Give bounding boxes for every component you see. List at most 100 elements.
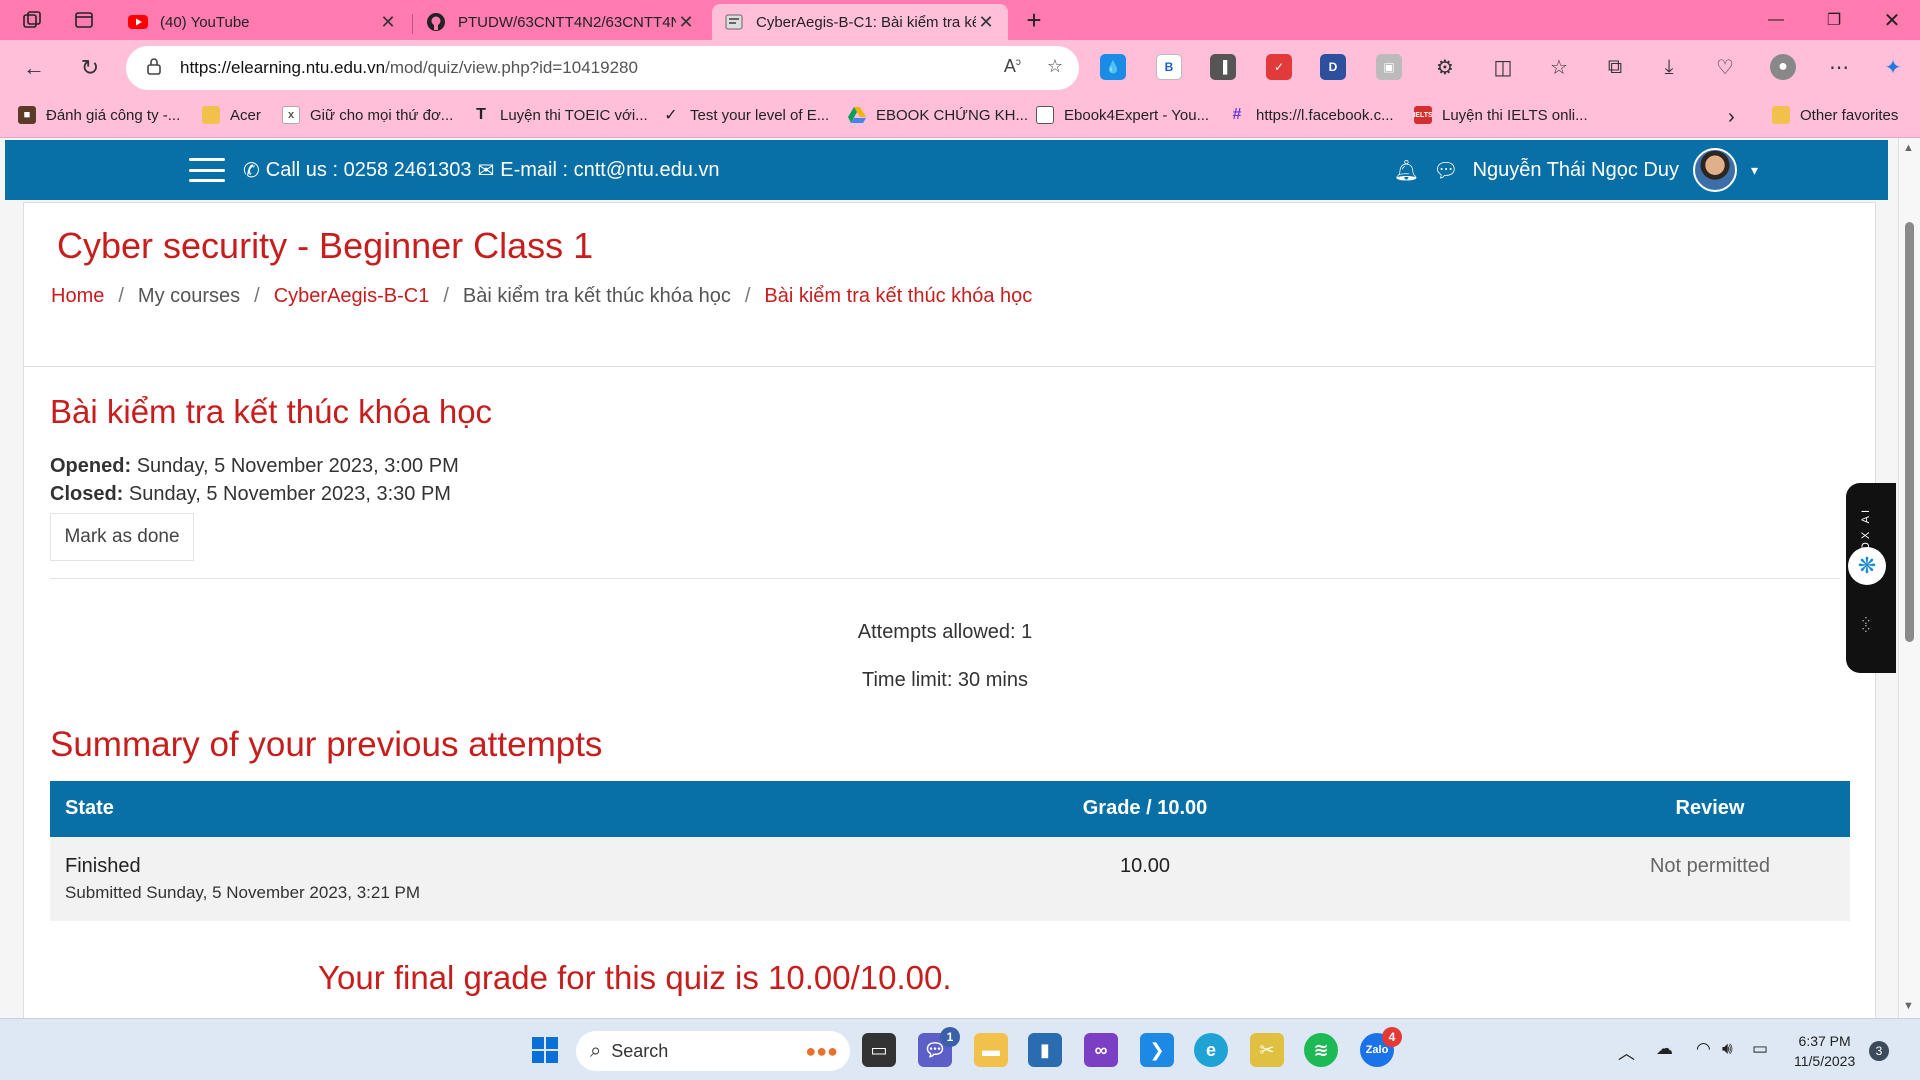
address-bar-row: ← ↻ https://elearning.ntu.edu.vn/mod/qui… [0, 40, 1920, 96]
mark-as-done-button[interactable]: Mark as done [50, 513, 194, 561]
extension-drop-icon[interactable]: 💧 [1100, 54, 1126, 80]
tab-actions-icon[interactable] [70, 6, 98, 34]
back-button[interactable]: ← [16, 50, 52, 86]
avatar[interactable] [1692, 148, 1737, 192]
battery-icon[interactable]: ▭ [1752, 1039, 1768, 1059]
page-icon: x [282, 106, 300, 124]
refresh-button[interactable]: ↻ [72, 50, 108, 86]
bookmark-label: Luyện thi IELTS onli... [1442, 106, 1588, 124]
ai-sidebar-widget[interactable]: BOX AI ❋ ⁘ ⁘ [1846, 483, 1896, 673]
snipping-tool-icon[interactable]: ✂ [1250, 1033, 1284, 1067]
profile-avatar-icon[interactable]: ● [1770, 54, 1796, 80]
bookmark-item[interactable]: T Luyện thi TOEIC với... [472, 106, 648, 124]
breadcrumb-my-courses[interactable]: My courses [138, 285, 240, 308]
read-aloud-icon[interactable]: Aↄ [1004, 56, 1021, 77]
breadcrumb-section[interactable]: Bài kiểm tra kết thúc khóa học [463, 285, 731, 308]
teams-chat-icon[interactable]: 💬︎ 1 [918, 1027, 960, 1067]
close-icon[interactable]: ✕ [378, 12, 398, 33]
zalo-icon[interactable]: Zalo 4 [1360, 1027, 1402, 1067]
bookmark-item[interactable]: # https://l.facebook.c... [1228, 106, 1394, 124]
restore-icon[interactable]: ❐ [1806, 0, 1862, 40]
bell-icon[interactable]: 🔔︎ [1394, 158, 1419, 183]
volume-icon[interactable]: 🔊︎ [1722, 1039, 1733, 1059]
page-viewport: ✆ Call us : 0258 2461303 ✉ E-mail : cntt… [0, 138, 1900, 1018]
other-favorites[interactable]: Other favorites [1772, 106, 1898, 124]
close-icon[interactable]: ✕ [676, 12, 696, 33]
vscode-icon[interactable]: ❯ [1140, 1033, 1174, 1067]
task-view-icon[interactable]: ▭ [862, 1033, 896, 1067]
extensions-puzzle-icon[interactable]: ⚙ [1432, 54, 1458, 80]
lock-icon[interactable] [146, 57, 162, 80]
bookmark-item[interactable]: x Giữ cho mọi thứ đơ... [282, 106, 453, 124]
new-tab-button[interactable]: + [1020, 5, 1048, 35]
ielts-icon: IELTS [1413, 106, 1433, 124]
windows-start-icon[interactable] [528, 1033, 562, 1067]
downloads-icon[interactable]: ⤓ [1656, 54, 1682, 80]
breadcrumb: Home / My courses / CyberAegis-B-C1 / Bà… [51, 285, 1032, 308]
breadcrumb-course[interactable]: CyberAegis-B-C1 [274, 285, 430, 308]
close-icon[interactable]: ✕ [976, 12, 996, 33]
copilot-icon[interactable]: ✦ [1880, 54, 1906, 80]
scroll-down-icon[interactable]: ▼ [1903, 1000, 1914, 1012]
windows-taskbar: ⌕ Search ●●● ▭ 💬︎ 1 ▬ ▮ ∞ ❯ e ✂ ≋ Zalo 4 ︿… [0, 1018, 1920, 1080]
moodle-icon [724, 12, 744, 32]
breadcrumb-current[interactable]: Bài kiểm tra kết thúc khóa học [764, 285, 1032, 308]
page-scrollbar[interactable]: ▲ ▼ [1898, 138, 1920, 1018]
file-explorer-icon[interactable]: ▬ [974, 1033, 1008, 1067]
bookmarks-overflow-chevron-icon[interactable]: › [1728, 106, 1735, 129]
extension-b-icon[interactable]: B [1156, 54, 1182, 80]
spotify-icon[interactable]: ≋ [1304, 1033, 1338, 1067]
taskbar-search[interactable]: ⌕ Search ●●● [576, 1031, 850, 1071]
onedrive-cloud-icon[interactable]: ☁ [1656, 1039, 1673, 1059]
chat-bubble-icon[interactable]: 💬︎ [1433, 158, 1458, 183]
extension-reader-icon[interactable]: ▐ [1210, 54, 1236, 80]
scrollbar-thumb[interactable] [1905, 222, 1914, 642]
edge-icon[interactable]: e [1194, 1033, 1228, 1067]
store-icon[interactable]: ▮ [1028, 1033, 1062, 1067]
menu-hamburger-icon[interactable] [189, 158, 225, 182]
minimize-icon[interactable]: — [1748, 0, 1804, 40]
visual-studio-icon[interactable]: ∞ [1084, 1033, 1118, 1067]
bookmark-item[interactable]: Ebook4Expert - You... [1036, 106, 1209, 124]
bookmark-item[interactable]: ✓ Test your level of E... [662, 106, 829, 125]
tray-overflow-chevron-icon[interactable]: ︿ [1618, 1039, 1635, 1064]
extension-d-icon[interactable]: D [1320, 54, 1346, 80]
tab-github[interactable]: PTUDW/63CNTT4N2/63CNTT4N2 ✕ [414, 4, 708, 40]
notification-badge[interactable]: 3 [1869, 1041, 1889, 1061]
taskbar-clock[interactable]: 6:37 PM 11/5/2023 [1794, 1031, 1855, 1071]
performance-icon[interactable]: ♡ [1712, 54, 1738, 80]
url-path: /mod/quiz/view.php?id=10419280 [385, 58, 638, 77]
acer-icon: ■ [18, 106, 36, 124]
extension-color-icon[interactable]: ✓ [1266, 54, 1292, 80]
workspaces-icon[interactable] [18, 6, 46, 34]
tab-youtube[interactable]: (40) YouTube ✕ [116, 4, 410, 40]
user-name[interactable]: Nguyễn Thái Ngọc Duy [1473, 159, 1679, 182]
grip-dots-icon[interactable]: ⁘ ⁘ [1860, 614, 1872, 636]
clock-time: 6:37 PM [1798, 1033, 1851, 1049]
ai-swirl-icon[interactable]: ❋ [1848, 547, 1886, 585]
wifi-icon[interactable]: ◠ [1696, 1039, 1711, 1059]
bookmark-item[interactable]: EBOOK CHỨNG KH... [848, 106, 1028, 124]
caret-down-icon[interactable]: ▾ [1751, 162, 1758, 179]
bookmark-item[interactable]: IELTS Luyện thi IELTS onli... [1413, 106, 1588, 124]
search-icon: ⌕ [590, 1039, 602, 1062]
tab-title: (40) YouTube [160, 13, 250, 31]
collections-icon[interactable]: ⧉ [1602, 54, 1628, 80]
quiz-dates: Opened: Sunday, 5 November 2023, 3:00 PM… [50, 452, 459, 508]
bookmark-item[interactable]: Acer [202, 106, 261, 124]
scroll-up-icon[interactable]: ▲ [1903, 142, 1914, 154]
url-field[interactable]: https://elearning.ntu.edu.vn/mod/quiz/vi… [126, 46, 1079, 90]
bookmark-item[interactable]: ■ Đánh giá công ty -... [18, 106, 180, 124]
breadcrumb-home[interactable]: Home [51, 285, 104, 308]
split-screen-icon[interactable]: ◫ [1490, 54, 1516, 80]
favorite-star-icon[interactable]: ☆ [1047, 56, 1063, 77]
more-menu-icon[interactable]: ⋯ [1826, 54, 1852, 80]
favorites-icon[interactable]: ☆ [1546, 54, 1572, 80]
tab-quiz-active[interactable]: CyberAegis-B-C1: Bài kiểm tra kế ✕ [712, 4, 1008, 40]
contact-info: ✆ Call us : 0258 2461303 ✉ E-mail : cntt… [243, 158, 720, 183]
user-menu[interactable]: 🔔︎ 💬︎ Nguyễn Thái Ngọc Duy ▾ [1394, 148, 1758, 192]
tab-title: CyberAegis-B-C1: Bài kiểm tra kế [756, 13, 976, 31]
email-text[interactable]: E-mail : cntt@ntu.edu.vn [500, 159, 719, 182]
window-close-icon[interactable]: ✕ [1864, 0, 1920, 40]
extension-profile-icon[interactable]: ▣ [1376, 54, 1402, 80]
